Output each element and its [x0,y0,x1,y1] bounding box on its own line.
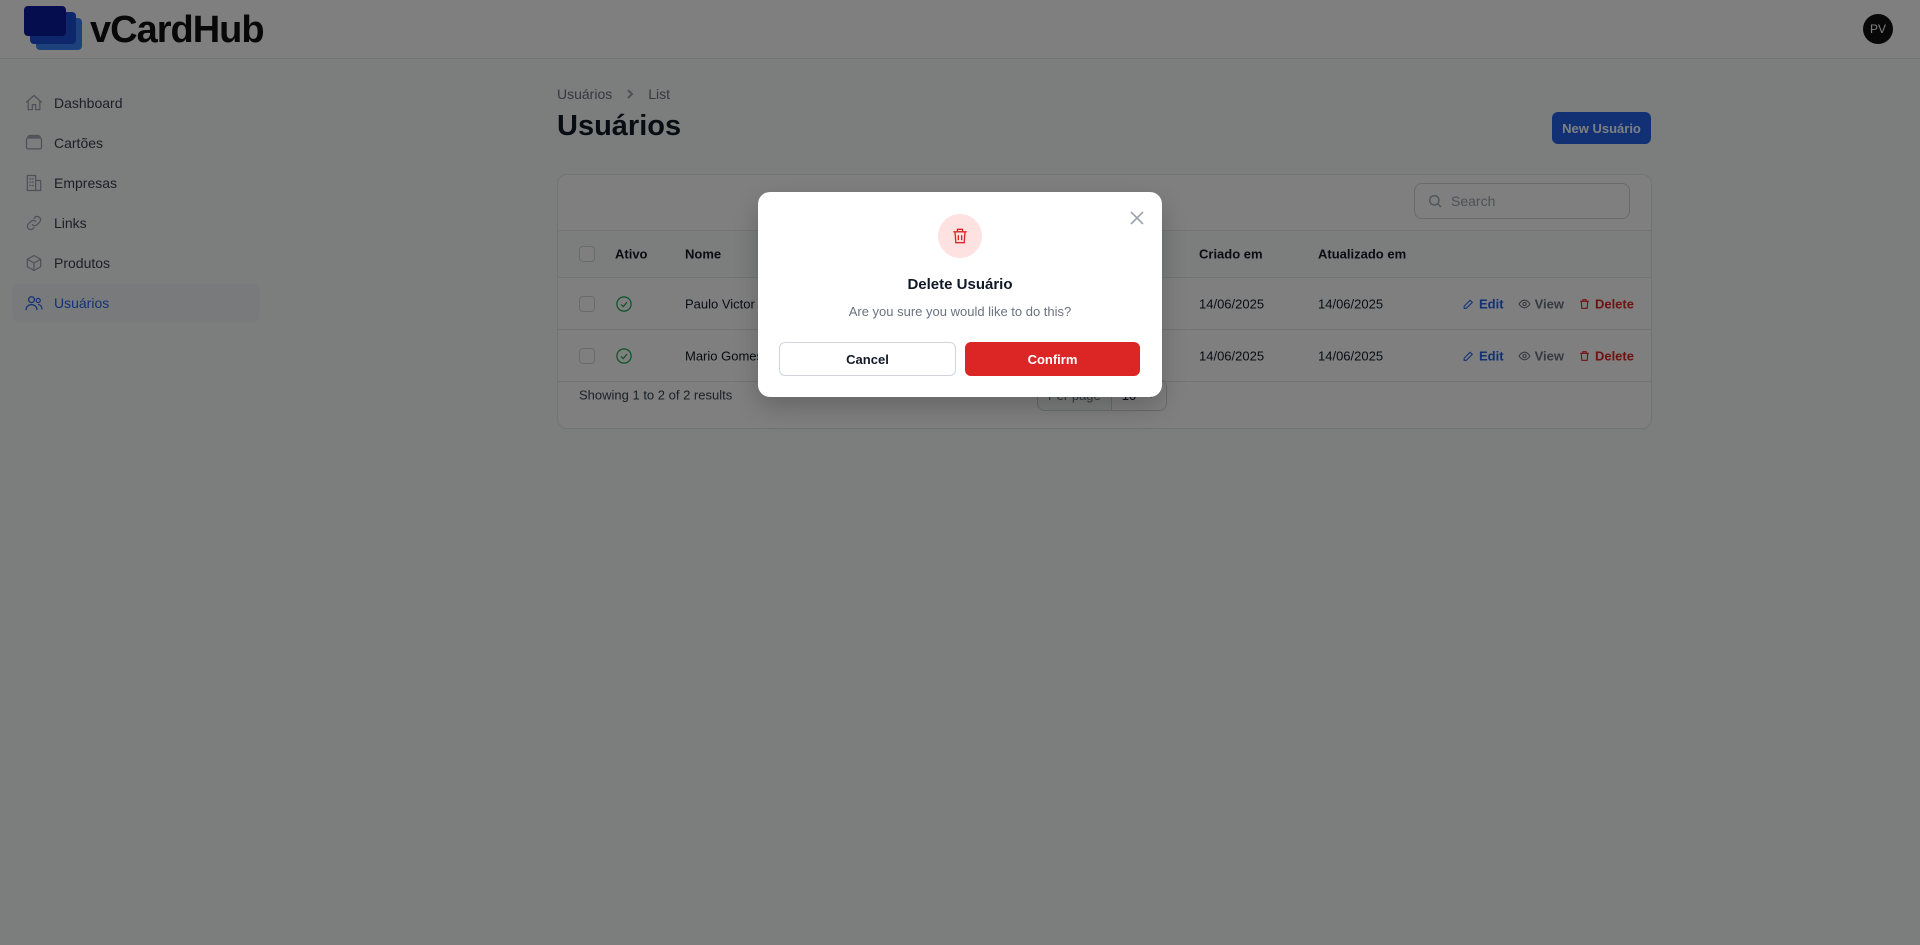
delete-confirm-dialog: Delete Usuário Are you sure you would li… [758,192,1162,397]
close-icon [1130,211,1144,225]
dialog-title: Delete Usuário [907,276,1013,293]
dialog-description: Are you sure you would like to do this? [848,304,1072,319]
cancel-button[interactable]: Cancel [779,342,956,376]
modal-backdrop[interactable] [0,0,1920,945]
confirm-button[interactable]: Confirm [965,342,1140,376]
close-button[interactable] [1128,209,1146,227]
trash-icon [938,214,982,258]
